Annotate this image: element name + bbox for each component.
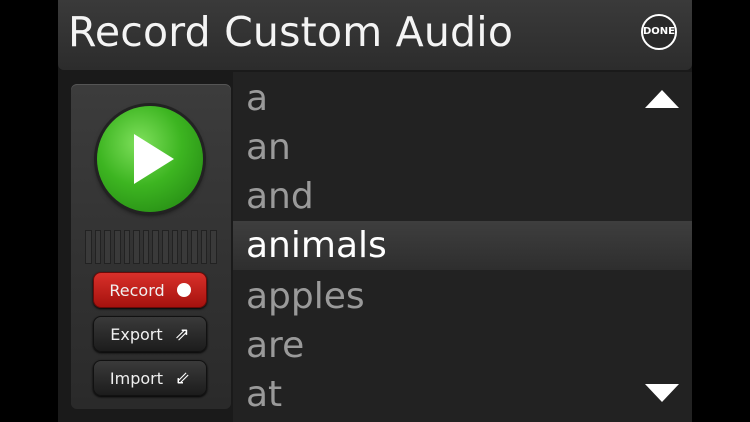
record-dot-icon [176, 283, 191, 297]
export-icon: ⇗ [174, 323, 190, 345]
title-bar: Record Custom Audio DONE [58, 0, 692, 70]
list-item[interactable]: an [233, 123, 692, 172]
done-button[interactable]: DONE [641, 14, 677, 50]
app-window: Record Custom Audio DONE Record Export ⇗… [58, 0, 692, 422]
audio-level-meter [85, 230, 217, 264]
word-list[interactable]: a an and animals apples are at [233, 72, 692, 422]
level-meter-segment [142, 230, 150, 264]
export-button[interactable]: Export ⇗ [93, 316, 207, 352]
level-meter-segment [152, 230, 160, 264]
import-icon: ⇙ [175, 367, 191, 389]
export-label: Export [110, 324, 163, 344]
level-meter-segment [133, 230, 140, 264]
list-item[interactable]: at [233, 370, 692, 419]
import-label: Import [109, 368, 163, 388]
play-button[interactable] [97, 106, 203, 212]
level-meter-segment [113, 230, 121, 264]
import-button[interactable]: Import ⇙ [93, 360, 207, 396]
play-icon [134, 134, 174, 184]
page-title: Record Custom Audio [68, 8, 514, 56]
level-meter-segment [171, 230, 179, 264]
level-meter-segment [200, 230, 208, 264]
record-button[interactable]: Record [93, 272, 207, 308]
record-label: Record [109, 280, 165, 300]
list-item-selected[interactable]: animals [233, 221, 692, 270]
list-item[interactable]: are [233, 321, 692, 370]
level-meter-segment [191, 230, 198, 264]
scroll-up-icon[interactable] [645, 90, 679, 108]
list-item[interactable]: apples [233, 272, 692, 321]
list-item[interactable]: a [233, 74, 692, 123]
level-meter-segment [181, 230, 189, 264]
level-meter-segment [85, 230, 92, 264]
recording-controls-panel: Record Export ⇗ Import ⇙ [71, 84, 231, 409]
level-meter-segment [162, 230, 169, 264]
list-item[interactable]: and [233, 172, 692, 221]
level-meter-segment [123, 230, 131, 264]
level-meter-segment [104, 230, 111, 264]
level-meter-segment [94, 230, 102, 264]
scroll-down-icon[interactable] [645, 384, 679, 402]
level-meter-segment [210, 230, 217, 264]
